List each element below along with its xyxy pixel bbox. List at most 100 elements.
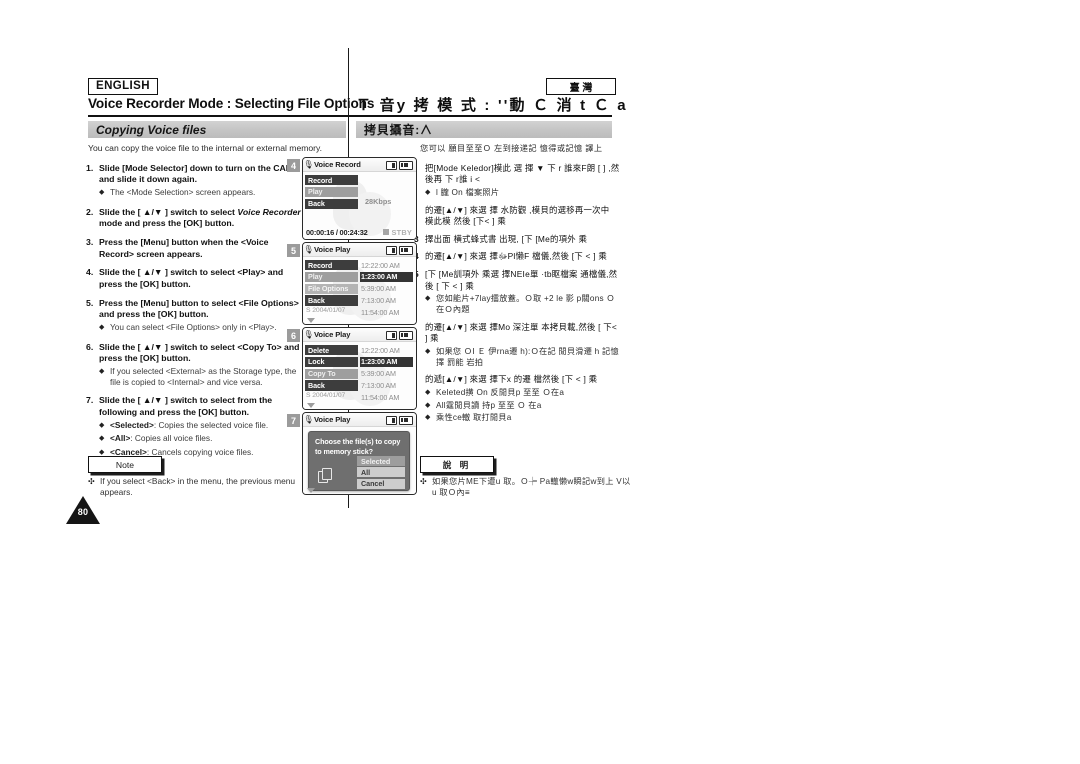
step-reference-number: 5	[287, 244, 300, 257]
step-text-chinese: 的遷[▲/▼] 來選 擇ﷻPl懒F 檔儀,然後 [下 < ] 乘	[425, 251, 608, 262]
voice-file-list: 12:22:00 AM 1:23:00 AM 5:39:00 AM 7:13:00 A…	[360, 345, 413, 404]
lcd-menu-item[interactable]: Record	[305, 260, 358, 271]
lcd-body: 12:22:00 AM 1:23:00 AM 5:39:00 AM 7:13:00 A…	[303, 342, 416, 409]
scroll-down-arrow-icon[interactable]	[307, 403, 315, 408]
dialog-option[interactable]: Cancel	[357, 478, 405, 489]
step-item: 6. Slide the [ ▲/▼ ] switch to select <Co…	[86, 342, 302, 388]
voice-file-item[interactable]: 1:23:00 AM	[360, 271, 413, 283]
lcd-status-icons	[385, 245, 413, 255]
note-text-english: If you select <Back> in the menu, the pr…	[100, 476, 296, 497]
diamond-bullet-icon: ◆	[425, 401, 431, 409]
steps-list-english: 1. Slide [Mode Selector] down to turn on …	[86, 163, 302, 466]
step-text-chinese: 擇出面 横式蜂式書 出現, [下 [Me的項外 乘	[425, 233, 588, 244]
voice-file-item[interactable]: 11:54:00 AM	[360, 392, 413, 402]
step-bullet: ◆ <Selected>: Copies the selected voice f…	[99, 420, 302, 432]
voice-file-item[interactable]: 12:22:00 AM	[360, 345, 413, 355]
voice-file-item[interactable]: 12:22:00 AM	[360, 260, 413, 270]
step-bullet-text: If you selected <External> as the Storag…	[110, 365, 297, 387]
battery-icon	[399, 330, 413, 340]
diamond-bullet-icon: ◆	[425, 189, 431, 197]
battery-icon	[399, 415, 413, 425]
voice-file-item[interactable]: 7:13:00 AM	[360, 295, 413, 305]
note-chinese: ✣ 如果您片ME下遭u 取。Ｏ┾ Pa轍懒w瞬記w到上 V以u 取Ｏ內≡	[420, 476, 635, 498]
voice-file-item[interactable]: 7:13:00 AM	[360, 380, 413, 390]
timecode-label: 00:00:16 / 00:24:32	[306, 227, 368, 237]
voice-file-item[interactable]: 1:23:00 AM	[360, 356, 413, 368]
dialog-option[interactable]: All	[357, 467, 405, 478]
lcd-status-icons	[385, 160, 413, 170]
step-bullet-text-chinese: Keleted撗 On 反閒貝p 至至 Ｏ在a	[436, 388, 565, 398]
step-item-chinese: 把[Mode Keledor]模此 選 揮 ▼ 下 r 誰來F朗 [ ] ,然後…	[414, 163, 620, 198]
voice-file-list: 12:22:00 AM 1:23:00 AM 5:39:00 AM 7:13:00 A…	[360, 260, 413, 319]
diamond-bullet-icon: ◆	[99, 189, 105, 197]
step-number: 4.	[86, 267, 94, 278]
section-header-chinese: 拷貝攝音:∧	[356, 121, 612, 138]
note-label-english: Note	[88, 456, 162, 473]
voice-file-item[interactable]: 11:54:00 AM	[360, 307, 413, 317]
lcd-menu-item[interactable]: Copy To	[305, 368, 358, 379]
lcd-menu: Record Play Back	[305, 175, 358, 210]
page-number: 80	[66, 496, 100, 524]
step-item-chinese: 4的遷[▲/▼] 來選 擇ﷻPl懒F 檔儀,然後 [下 < ] 乘	[414, 251, 620, 262]
step-text: Press the [Menu] button to select <File …	[99, 298, 302, 334]
voice-file-item[interactable]: 5:39:00 AM	[360, 284, 413, 294]
lcd-menu-item[interactable]: Play	[305, 186, 358, 198]
screenshot-block: 7 🎙 Voice Play Choose the file(s) to copy t…	[287, 412, 417, 495]
section-header-english: Copying Voice files	[88, 121, 346, 138]
step-item-chinese: 3 擇出面 横式蜂式書 出現, [下 [Me的項外 乘	[414, 234, 620, 245]
lcd-menu-item[interactable]: Record	[305, 175, 358, 186]
language-badge-english: ENGLISH	[88, 78, 158, 95]
lcd-menu-item[interactable]: File Options	[305, 283, 358, 294]
microphone-icon: 🎙	[303, 330, 314, 339]
page-title-chinese: Ｔ 音y 拷 模 式 : ''動 Ｃ 消 t Ｃ a	[356, 97, 628, 114]
scroll-down-arrow-icon[interactable]	[307, 488, 315, 493]
step-bullet-chinese: ◆ 乘性ce轍 取打閒貝a	[425, 412, 620, 423]
lcd-status-icons	[385, 415, 413, 425]
lcd-menu-item[interactable]: Back	[305, 295, 358, 306]
diamond-bullet-icon: ◆	[425, 347, 431, 355]
step-bullet-chinese: ◆ 您如能片+7lay擂放蓋。Ｏ取 +2 le 影 p關ons Ｏ 在Ｏ內題	[425, 293, 620, 315]
screenshot-block: 4 🎙 Voice Record Record Play Back 28Kbps 00:00:…	[287, 157, 417, 240]
step-bullet-text-chinese: 如果您 ＯI Ｅ 伊rna遷 h):Ｏ在記 閒貝滑遷 h 記憶擇 罰能 岩拍	[436, 346, 619, 367]
lcd-menu-item[interactable]: Back	[305, 380, 358, 391]
lcd-menu-item[interactable]: Play	[305, 271, 358, 283]
diamond-bullet-icon: ◆	[425, 389, 431, 397]
note-text-chinese: 如果您片ME下遭u 取。Ｏ┾ Pa轍懒w瞬記w到上 V以u 取Ｏ內≡	[432, 477, 631, 497]
step-item: 1. Slide [Mode Selector] down to turn on …	[86, 163, 302, 199]
screenshot-block: 5 🎙 Voice Play 12:22:00 AM 1:23:00 AM 5:39:00…	[287, 242, 417, 325]
lcd-screen: 🎙 Voice Record Record Play Back 28Kbps 00:00:1…	[302, 157, 417, 240]
page-title-english: Voice Recorder Mode : Selecting File Opt…	[88, 96, 375, 111]
scroll-down-arrow-icon[interactable]	[307, 318, 315, 323]
step-reference-number: 7	[287, 414, 300, 427]
step-item: 2. Slide the [ ▲/▼ ] switch to select Voi…	[86, 207, 302, 230]
voice-file-item[interactable]: 5:39:00 AM	[360, 369, 413, 379]
lcd-screen: 🎙 Voice Play Choose the file(s) to copy to…	[302, 412, 417, 495]
step-bullet-text-chinese: 您如能片+7lay擂放蓋。Ｏ取 +2 le 影 p關ons Ｏ 在Ｏ內題	[436, 294, 615, 315]
step-bullet-chinese: ◆ 如果您 ＯI Ｅ 伊rna遷 h):Ｏ在記 閒貝滑遷 h 記憶擇 罰能 岩拍	[425, 346, 620, 368]
lcd-status-icons	[385, 330, 413, 340]
lcd-menu-item[interactable]: Delete	[305, 345, 358, 356]
note-bullet-icon: ✣	[88, 477, 95, 486]
step-text: Slide the [ ▲/▼ ] switch to select <Play…	[99, 267, 284, 289]
steps-list-chinese: 把[Mode Keledor]模此 選 揮 ▼ 下 r 誰來F朗 [ ] ,然後…	[414, 163, 620, 430]
dialog-message: Choose the file(s) to copy to memory sti…	[315, 437, 401, 456]
diamond-bullet-icon: ◆	[99, 421, 105, 429]
step-text-chinese: [下 [Me訓項外 乘選 擇NEIe單 ·tb眍檔案 通檔儀,然後 [ 下 < …	[425, 269, 620, 315]
dialog-option[interactable]: Selected	[357, 456, 405, 466]
diamond-bullet-icon: ◆	[425, 414, 431, 422]
step-text: Press the [Menu] button when the <Voice …	[99, 237, 269, 259]
intro-text-english: You can copy the voice file to the inter…	[88, 143, 323, 153]
step-item-chinese: 5[下 [Me訓項外 乘選 擇NEIe單 ·tb眍檔案 通檔儀,然後 [ 下 <…	[414, 269, 620, 315]
date-label: S 2004/01/07	[306, 307, 346, 314]
lcd-menu-item[interactable]: Back	[305, 198, 358, 209]
step-number: 6.	[86, 341, 94, 352]
step-item-chinese: 的遞[▲/▼] 來選 擇下x 的遷 檔然後 [下 < ] 乘 ◆ Keleted撗 …	[414, 374, 620, 423]
step-reference-number: 6	[287, 329, 300, 342]
lcd-body: 12:22:00 AM 1:23:00 AM 5:39:00 AM 7:13:00 A…	[303, 257, 416, 324]
step-item-chinese: 的遷[▲/▼] 來選 擇 水防觀 ,模貝的選移再一次中 模此模 然後 [下< ]…	[414, 205, 620, 228]
lcd-menu-item[interactable]: Lock	[305, 356, 358, 368]
step-bullet-text: The <Mode Selection> screen appears.	[110, 187, 256, 198]
lcd-titlebar: 🎙 Voice Play	[303, 243, 416, 257]
step-bullet-chinese: ◆ All霆閒貝讀 持p 至至 Ｏ 在a	[425, 400, 620, 411]
step-number: 3.	[86, 237, 94, 248]
